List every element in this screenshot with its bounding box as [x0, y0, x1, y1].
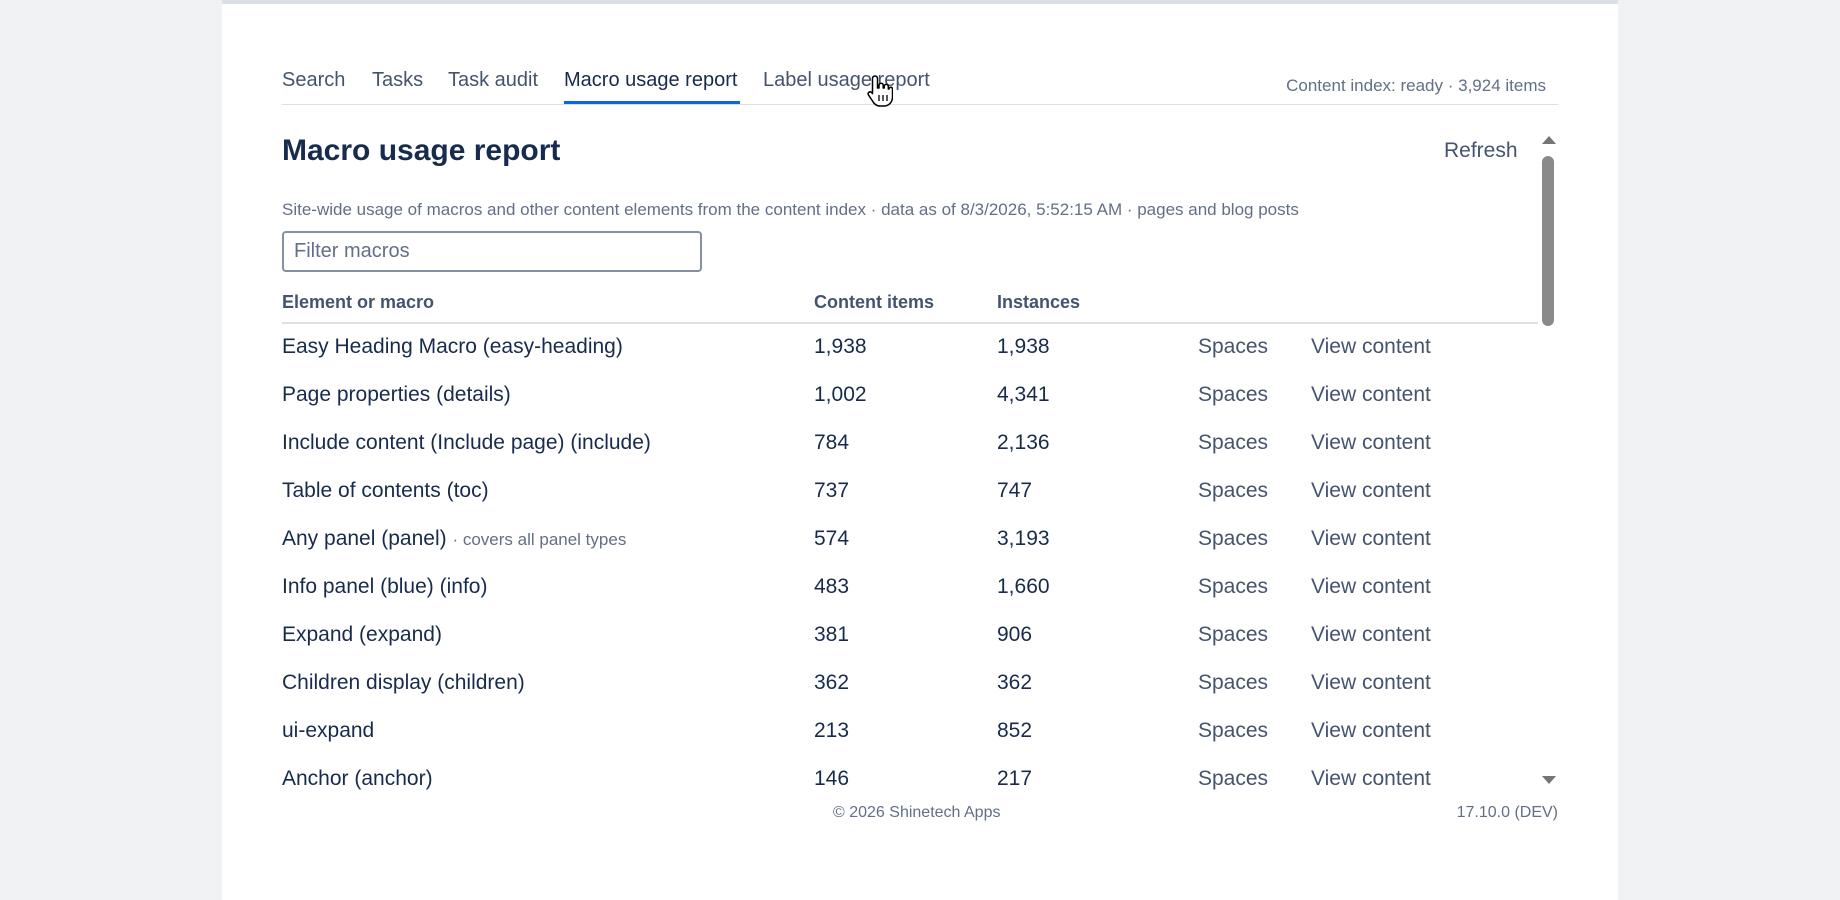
instances-count: 4,341 [997, 383, 1050, 406]
table-scrollbar[interactable] [1540, 134, 1556, 784]
spaces-link[interactable]: Spaces [1198, 527, 1268, 551]
table-row: Info panel (blue) (info) 483 1,660 Space… [282, 564, 1538, 612]
instances-count: 362 [997, 671, 1033, 694]
macro-name: Children display (children) [282, 671, 525, 694]
instances-count: 3,193 [997, 527, 1050, 550]
tab-bar: Search Tasks Task audit Macro usage repo… [282, 66, 1558, 105]
content-items-count: 213 [814, 719, 850, 742]
table-row: Table of contents (toc) 737 747 Spaces V… [282, 468, 1538, 516]
macro-name: ui-expand [282, 719, 375, 742]
column-header-instances[interactable]: Instances [997, 292, 1080, 313]
macro-note: · covers all panel types [452, 530, 627, 549]
spaces-link[interactable]: Spaces [1198, 623, 1268, 647]
table-row: Children display (children) 362 362 Spac… [282, 660, 1538, 708]
table-row: Page properties (details) 1,002 4,341 Sp… [282, 372, 1538, 420]
view-content-link[interactable]: View content [1311, 527, 1431, 551]
tab-search[interactable]: Search [282, 66, 352, 104]
content-items-count: 784 [814, 431, 850, 454]
view-content-link[interactable]: View content [1311, 335, 1431, 359]
content-items-count: 381 [814, 623, 850, 646]
view-content-link[interactable]: View content [1311, 767, 1431, 791]
table-body: Easy Heading Macro (easy-heading) 1,938 … [282, 324, 1538, 794]
report-subtitle: Site-wide usage of macros and other cont… [282, 200, 1299, 219]
hand-pointer-icon [867, 75, 893, 107]
tab-label-usage-report[interactable]: Label usage report [763, 66, 935, 104]
table-row: ui-expand 213 852 Spaces View content [282, 708, 1538, 756]
scrollbar-thumb[interactable] [1542, 156, 1554, 326]
macro-name: Info panel (blue) (info) [282, 575, 488, 598]
macro-name: Table of contents (toc) [282, 479, 489, 502]
column-header-element[interactable]: Element or macro [282, 292, 434, 313]
scroll-down-arrow-icon[interactable] [1542, 776, 1556, 784]
table-row: Anchor (anchor) 146 217 Spaces View cont… [282, 756, 1538, 794]
tab-macro-usage-report[interactable]: Macro usage report [564, 66, 740, 104]
footer-version: 17.10.0 (DEV) [1456, 804, 1558, 821]
content-index-status: Content index: ready · 3,924 items [1286, 76, 1546, 95]
instances-count: 747 [997, 479, 1033, 502]
instances-count: 852 [997, 719, 1033, 742]
spaces-link[interactable]: Spaces [1198, 431, 1268, 455]
tab-task-audit[interactable]: Task audit [448, 66, 540, 104]
macro-name: Easy Heading Macro (easy-heading) [282, 335, 623, 358]
filter-macros-input[interactable] [282, 231, 702, 272]
instances-count: 906 [997, 623, 1033, 646]
macro-name: Page properties (details) [282, 383, 511, 406]
view-content-link[interactable]: View content [1311, 719, 1431, 743]
instances-count: 1,938 [997, 335, 1050, 358]
spaces-link[interactable]: Spaces [1198, 383, 1268, 407]
view-content-link[interactable]: View content [1311, 431, 1431, 455]
spaces-link[interactable]: Spaces [1198, 335, 1268, 359]
table-row: Easy Heading Macro (easy-heading) 1,938 … [282, 324, 1538, 372]
app-panel: Search Tasks Task audit Macro usage repo… [222, 0, 1618, 900]
view-content-link[interactable]: View content [1311, 623, 1431, 647]
content-items-count: 1,938 [814, 335, 867, 358]
content-items-count: 574 [814, 527, 850, 550]
refresh-button[interactable]: Refresh [1444, 139, 1518, 163]
spaces-link[interactable]: Spaces [1198, 575, 1268, 599]
macro-usage-table: Element or macro Content items Instances… [282, 284, 1538, 794]
macro-name: Include content (Include page) (include) [282, 431, 651, 454]
view-content-link[interactable]: View content [1311, 671, 1431, 695]
table-row: Any panel (panel) · covers all panel typ… [282, 516, 1538, 564]
spaces-link[interactable]: Spaces [1198, 767, 1268, 791]
footer-copyright: © 2026 Shinetech Apps [833, 804, 1001, 821]
table-row: Expand (expand) 381 906 Spaces View cont… [282, 612, 1538, 660]
column-header-content-items[interactable]: Content items [814, 292, 934, 313]
instances-count: 1,660 [997, 575, 1050, 598]
macro-name: Anchor (anchor) [282, 767, 433, 790]
view-content-link[interactable]: View content [1311, 575, 1431, 599]
content-items-count: 1,002 [814, 383, 867, 406]
table-row: Include content (Include page) (include)… [282, 420, 1538, 468]
instances-count: 2,136 [997, 431, 1050, 454]
instances-count: 217 [997, 767, 1033, 790]
spaces-link[interactable]: Spaces [1198, 671, 1268, 695]
content-items-count: 146 [814, 767, 850, 790]
view-content-link[interactable]: View content [1311, 383, 1431, 407]
macro-name: Expand (expand) [282, 623, 442, 646]
content-items-count: 362 [814, 671, 850, 694]
content-items-count: 483 [814, 575, 850, 598]
content-items-count: 737 [814, 479, 850, 502]
view-content-link[interactable]: View content [1311, 479, 1431, 503]
spaces-link[interactable]: Spaces [1198, 479, 1268, 503]
macro-name-cell: Any panel (panel) · covers all panel typ… [282, 527, 626, 551]
macro-name: Any panel (panel) [282, 527, 447, 550]
scroll-up-arrow-icon[interactable] [1542, 136, 1556, 144]
spaces-link[interactable]: Spaces [1198, 719, 1268, 743]
page-title: Macro usage report [282, 134, 561, 167]
tab-tasks[interactable]: Tasks [372, 66, 428, 104]
table-header: Element or macro Content items Instances [282, 284, 1538, 324]
